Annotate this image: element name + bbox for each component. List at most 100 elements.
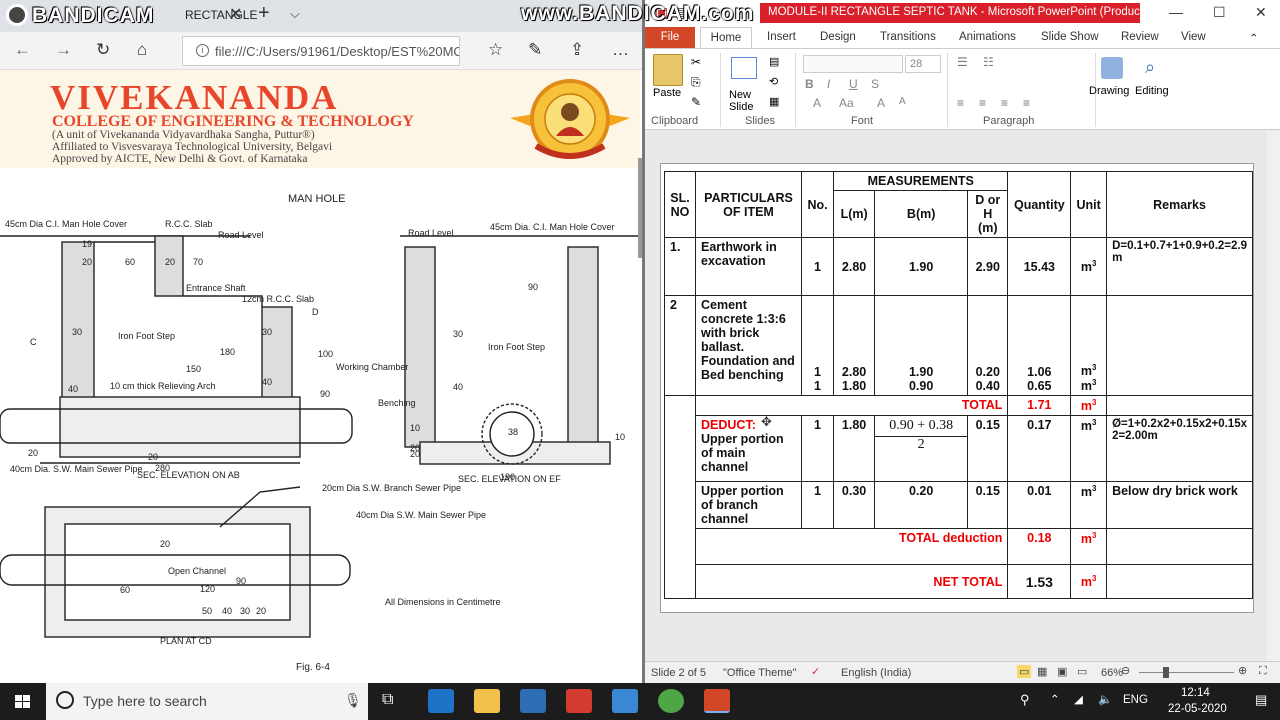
file-explorer-icon[interactable] <box>474 689 500 713</box>
slideshow-icon[interactable]: ▭ <box>1077 665 1087 678</box>
bandicam-url-watermark: www.BANDICAM.com <box>521 2 755 25</box>
underline-icon[interactable]: U <box>849 77 858 91</box>
new-tab-button[interactable]: + <box>258 2 270 25</box>
bullets-icon[interactable]: ☰ <box>957 55 968 69</box>
powerpoint-taskbar-icon[interactable] <box>704 689 730 713</box>
shapes-icon[interactable] <box>1101 57 1123 79</box>
tab-slide-show[interactable]: Slide Show <box>1041 31 1099 43</box>
grow-font-icon[interactable]: A <box>877 96 885 110</box>
strikethrough-icon[interactable]: S <box>871 77 879 91</box>
chrome-icon[interactable] <box>658 689 684 713</box>
zoom-slider[interactable] <box>1139 672 1234 673</box>
estimate-table[interactable]: SL. NO PARTICULARS OF ITEM No. MEASUREME… <box>663 171 1253 600</box>
gift-app-icon[interactable] <box>566 689 592 713</box>
binoculars-icon[interactable]: ⌕ <box>1145 57 1155 78</box>
cut-icon[interactable]: ✂ <box>691 55 701 69</box>
tab-design[interactable]: Design <box>820 31 856 43</box>
browser-tab-title[interactable]: RECTANGLE <box>185 8 257 22</box>
new-slide-icon[interactable] <box>731 57 757 79</box>
slide-canvas[interactable]: SL. NO PARTICULARS OF ITEM No. MEASUREME… <box>660 163 1254 613</box>
windows-start-icon[interactable] <box>0 683 46 720</box>
dimension-label: 20 <box>160 539 170 549</box>
tab-review[interactable]: Review <box>1121 31 1159 43</box>
ribbon-collapse-icon[interactable]: ⌃ <box>1249 31 1259 45</box>
align-right-icon[interactable]: ≡ <box>1001 96 1008 110</box>
dimension-label: C <box>30 337 37 347</box>
network-icon[interactable]: ◢ <box>1074 692 1083 706</box>
paste-button[interactable]: Paste <box>653 87 681 99</box>
open-channel-label: Open Channel <box>168 566 226 576</box>
align-center-icon[interactable]: ≡ <box>979 96 986 110</box>
forward-arrow-icon[interactable]: → <box>55 40 72 60</box>
slide-editing-pane[interactable]: SL. NO PARTICULARS OF ITEM No. MEASUREME… <box>645 131 1280 661</box>
numbering-icon[interactable]: ☷ <box>983 55 994 69</box>
language[interactable]: English (India) <box>841 667 911 679</box>
tray-arrow-icon[interactable]: ⌃ <box>1050 692 1060 706</box>
copy-icon[interactable]: ⎘ <box>691 75 701 90</box>
reading-view-icon[interactable]: ▣ <box>1057 665 1067 678</box>
store-icon[interactable] <box>520 689 546 713</box>
new-slide-button[interactable]: New Slide <box>729 89 769 113</box>
zoom-in-icon[interactable]: ⊕ <box>1238 664 1247 677</box>
editing-button[interactable]: Editing <box>1135 85 1169 97</box>
maximize-icon[interactable]: ☐ <box>1213 4 1226 21</box>
pdf-viewer[interactable]: VIVEKANANDA COLLEGE OF ENGINEERING & TEC… <box>0 70 642 683</box>
home-icon[interactable]: ⌂ <box>137 40 147 60</box>
justify-icon[interactable]: ≡ <box>1023 96 1030 110</box>
zoom-slider-thumb[interactable] <box>1163 667 1169 678</box>
tab-transitions[interactable]: Transitions <box>880 31 936 43</box>
header-l: L(m) <box>833 190 876 238</box>
clock-date[interactable]: 22-05-2020 <box>1168 703 1227 715</box>
share-icon[interactable]: ⇪ <box>570 40 584 60</box>
paste-icon[interactable] <box>653 54 683 86</box>
tab-insert[interactable]: Insert <box>767 31 796 43</box>
font-size-select[interactable]: 28 <box>905 55 941 73</box>
dimension-label: 20 <box>165 257 175 267</box>
pen-icon[interactable]: ✎ <box>528 40 542 60</box>
mail-icon[interactable] <box>612 689 638 713</box>
normal-view-icon[interactable]: ▭ <box>1017 665 1032 678</box>
slide-vertical-scrollbar[interactable] <box>1267 131 1280 661</box>
tab-file[interactable]: File <box>645 27 695 49</box>
language-indicator[interactable]: ENG <box>1123 694 1148 706</box>
spellcheck-icon[interactable]: ✓ <box>811 665 820 678</box>
taskbar-search-box[interactable]: Type here to search <box>46 683 368 720</box>
notification-icon[interactable]: ▤ <box>1255 692 1267 708</box>
italic-icon[interactable]: I <box>827 77 830 91</box>
microphone-icon[interactable]: 🎙 <box>344 692 362 709</box>
shrink-font-icon[interactable]: A <box>899 96 906 107</box>
font-name-select[interactable] <box>803 55 903 73</box>
task-view-icon[interactable]: ⧉ <box>382 691 393 709</box>
back-arrow-icon[interactable]: ← <box>14 40 31 60</box>
layout-icon[interactable]: ▤ <box>769 55 779 68</box>
tab-view[interactable]: View <box>1181 31 1206 43</box>
format-painter-icon[interactable]: ✎ <box>691 95 701 109</box>
zoom-level[interactable]: 66% <box>1101 667 1123 679</box>
row2-item: Cement concrete 1:3:6 with brick ballast… <box>695 295 802 396</box>
clock-time[interactable]: 12:14 <box>1181 687 1210 699</box>
close-icon[interactable]: ✕ <box>1255 4 1267 21</box>
edge-icon[interactable] <box>428 689 454 713</box>
tab-animations[interactable]: Animations <box>959 31 1016 43</box>
refresh-icon[interactable]: ↻ <box>96 40 110 60</box>
change-case-icon[interactable]: Aa <box>839 96 854 110</box>
font-color-icon[interactable]: A <box>813 96 821 110</box>
tab-home[interactable]: Home <box>700 27 752 50</box>
drawing-button[interactable]: Drawing <box>1089 85 1129 97</box>
minimize-icon[interactable]: — <box>1169 4 1183 20</box>
section-icon[interactable]: ▦ <box>769 95 779 108</box>
volume-icon[interactable]: 🔈 <box>1098 692 1112 706</box>
favorite-star-icon[interactable]: ☆ <box>488 40 503 60</box>
slide-sorter-icon[interactable]: ▦ <box>1037 665 1047 678</box>
bold-icon[interactable]: B <box>805 77 814 91</box>
tab-menu-chevron-icon[interactable]: ⌵ <box>290 6 300 22</box>
align-left-icon[interactable]: ≡ <box>957 96 964 110</box>
info-icon[interactable]: i <box>196 44 209 57</box>
tab-close-icon[interactable]: ✕ <box>229 4 242 24</box>
people-icon[interactable]: ⚲ <box>1020 692 1030 708</box>
reset-icon[interactable]: ⟲ <box>769 75 778 88</box>
address-bar[interactable]: file:///C:/Users/91961/Desktop/EST%20MOD <box>182 36 460 66</box>
fit-slide-icon[interactable]: ⛶ <box>1259 665 1267 678</box>
more-icon[interactable]: … <box>612 40 629 60</box>
zoom-out-icon[interactable]: ⊖ <box>1121 664 1130 677</box>
